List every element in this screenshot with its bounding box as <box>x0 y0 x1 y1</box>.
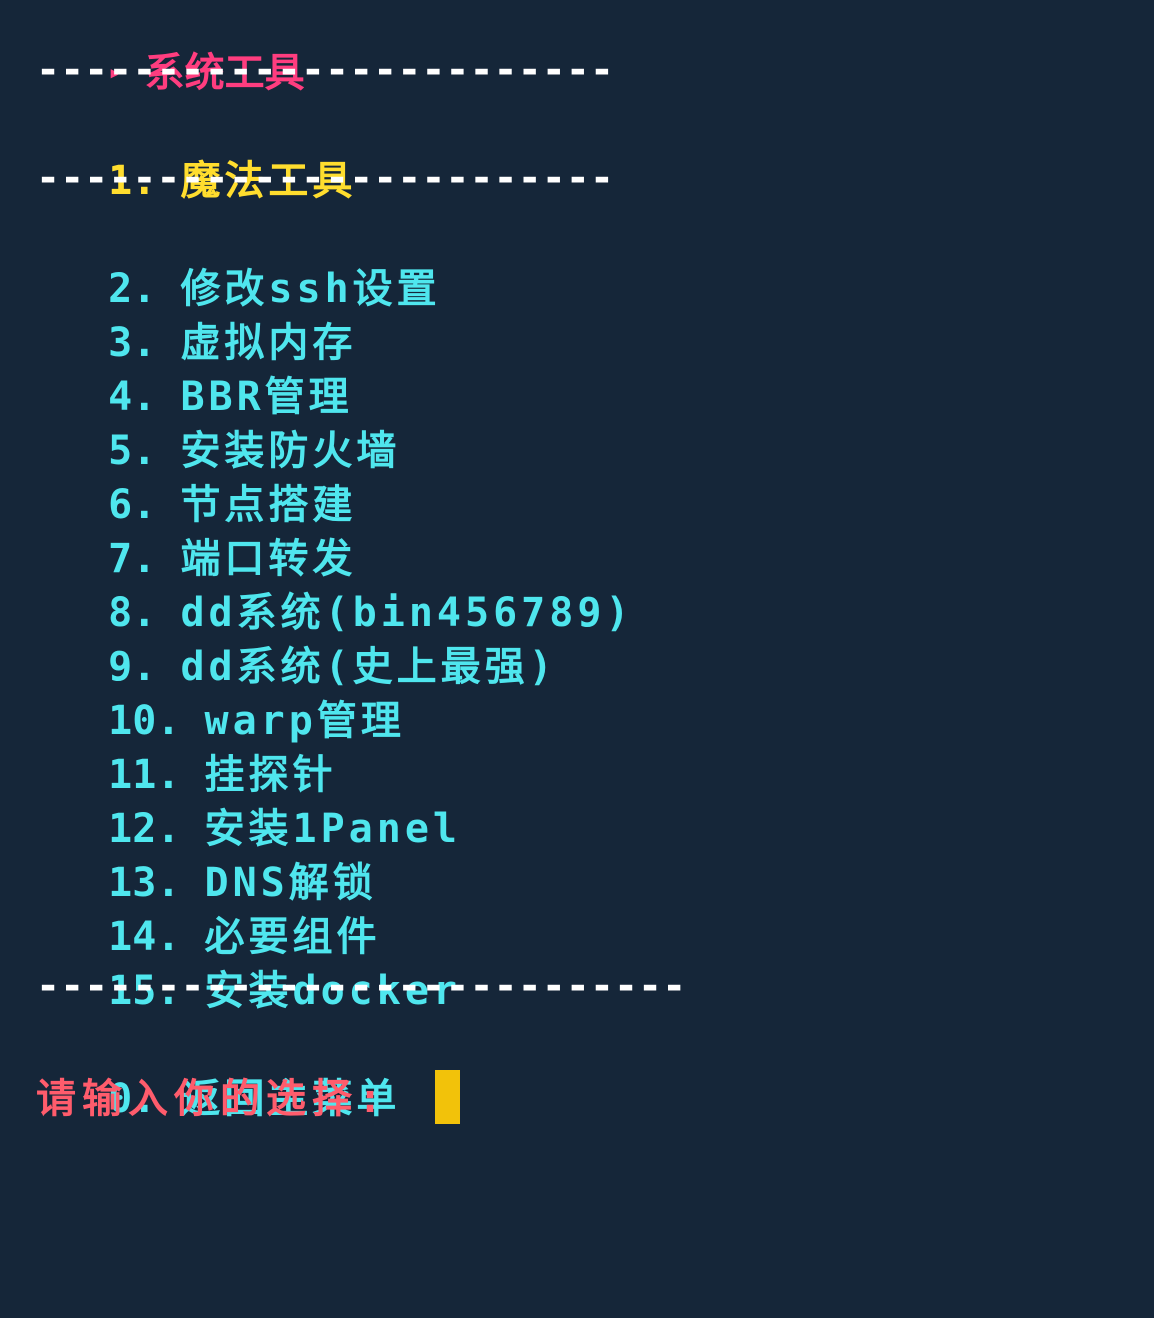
menu-item-bbr[interactable]: 4. BBR管理 <box>60 316 353 420</box>
separator: ------------------------ <box>36 155 614 201</box>
menu-item-node-setup[interactable]: 6. 节点搭建 <box>60 424 356 528</box>
menu-item-docker[interactable]: 15. 安装docker <box>60 910 461 1014</box>
menu-item-probe[interactable]: 11. 挂探针 <box>60 694 337 798</box>
menu-item-components[interactable]: 14. 必要组件 <box>60 856 381 960</box>
menu-item-port-forward[interactable]: 7. 端口转发 <box>60 478 356 582</box>
input-prompt: 请输入你的选择: <box>36 1076 389 1122</box>
separator: --------------------------- <box>36 963 687 1009</box>
menu-header: ▸ 系统工具 <box>60 0 304 96</box>
menu-item-swap[interactable]: 3. 虚拟内存 <box>60 262 356 366</box>
menu-item-dns-unlock[interactable]: 13. DNS解锁 <box>60 802 377 906</box>
menu-item-dd-strongest[interactable]: 9. dd系统(史上最强) <box>60 586 557 690</box>
separator: ------------------------ <box>36 47 614 93</box>
menu-item-warp[interactable]: 10. warp管理 <box>60 640 405 744</box>
menu-item-ssh-settings[interactable]: 2. 修改ssh设置 <box>60 208 441 312</box>
menu-item-back[interactable]: 0. 返回主菜单 <box>60 1018 400 1122</box>
menu-item-firewall[interactable]: 5. 安装防火墙 <box>60 370 400 474</box>
menu-item-1panel[interactable]: 12. 安装1Panel <box>60 748 461 852</box>
menu-item-magic-tools[interactable]: 1. 魔法工具 <box>60 100 356 204</box>
terminal-cursor[interactable] <box>435 1070 460 1124</box>
menu-item-dd-bin456789[interactable]: 8. dd系统(bin456789) <box>60 532 634 636</box>
